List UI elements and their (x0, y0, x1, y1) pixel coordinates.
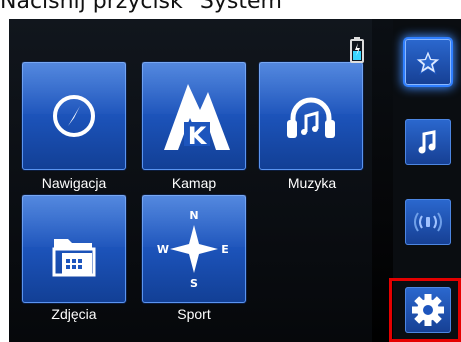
system-highlight-frame (389, 278, 461, 342)
photos-label: Zdjęcia (51, 306, 97, 322)
battery-charging-icon (350, 37, 364, 63)
kamap-letter: K (188, 122, 208, 150)
compass-e-letter: E (221, 243, 229, 256)
compass-rose-icon: N W E S (157, 209, 229, 290)
kamap-logo-icon: K (164, 84, 230, 150)
music-tile[interactable] (259, 62, 363, 170)
instruction-caption: Naciśnij przycisk "System" (0, 0, 293, 14)
photo-folder-icon (52, 239, 96, 277)
compass-icon (53, 95, 95, 137)
kamap-label: Kamap (171, 175, 217, 191)
star-icon (414, 48, 442, 75)
compass-n-letter: N (189, 209, 198, 222)
photos-tile[interactable] (22, 195, 126, 303)
compass-s-letter: S (190, 277, 198, 290)
navigation-label: Nawigacja (41, 175, 107, 191)
kamap-tile[interactable]: K (142, 62, 246, 170)
favorites-button[interactable] (405, 39, 451, 85)
sound-side-button[interactable] (405, 199, 451, 245)
compass-w-letter: W (157, 243, 169, 256)
sound-waves-icon (414, 212, 442, 232)
sport-tile[interactable]: N W E S (142, 195, 246, 303)
music-label: Muzyka (287, 175, 337, 191)
sport-label: Sport (177, 306, 211, 322)
app-grid-panel: Nawigacja K Kamap Muzyka Zdjęcia N W E S… (9, 19, 372, 342)
music-note-icon (418, 130, 436, 154)
music-side-button[interactable] (405, 119, 451, 165)
headphones-icon (287, 97, 335, 138)
navigation-tile[interactable] (22, 62, 126, 170)
